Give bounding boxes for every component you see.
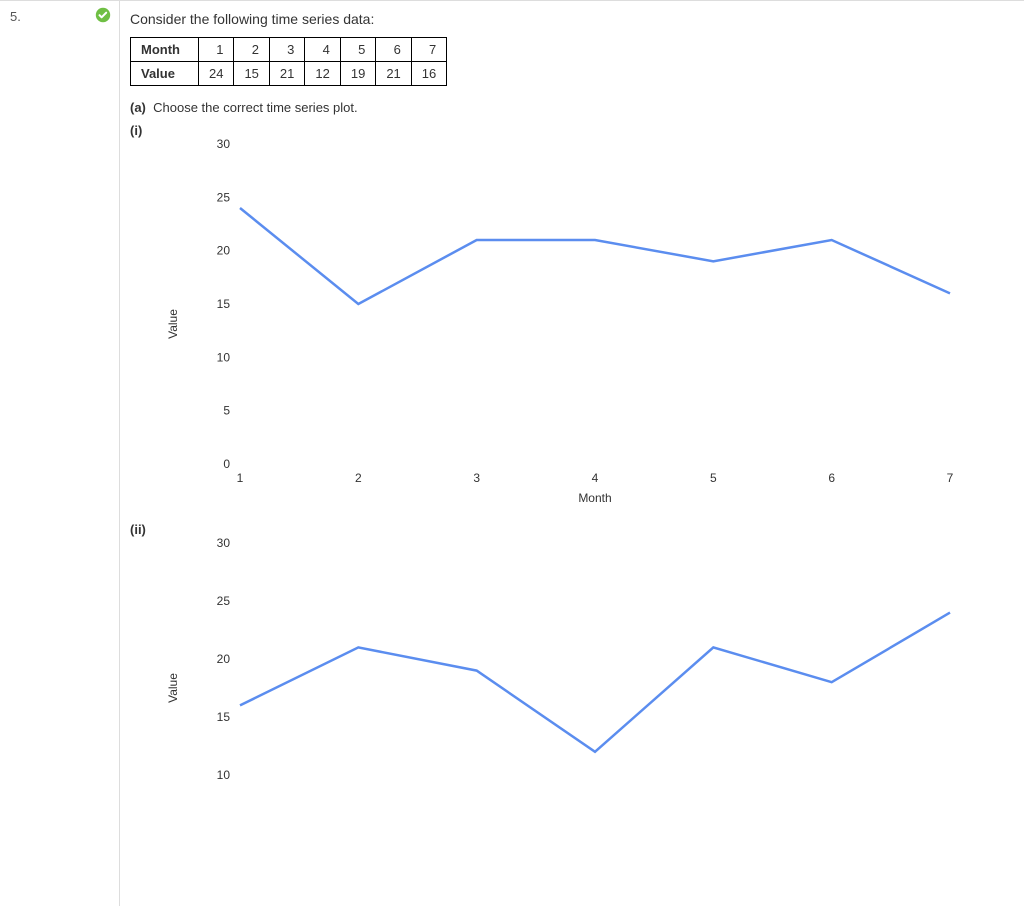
svg-text:20: 20 (217, 652, 231, 666)
svg-text:30: 30 (217, 536, 231, 550)
part-a: (a) Choose the correct time series plot. (130, 100, 1014, 115)
table-cell: 5 (340, 38, 375, 62)
question-content: Consider the following time series data:… (130, 1, 1024, 863)
table-cell: 7 (411, 38, 446, 62)
table-cell: 19 (340, 62, 375, 86)
question-intro: Consider the following time series data: (130, 11, 1014, 27)
chart-ii-ylabel: Value (166, 673, 180, 703)
svg-text:2: 2 (355, 471, 362, 485)
question-gutter: 5. (0, 1, 120, 906)
table-cell: 12 (305, 62, 340, 86)
chart-ii: Value 1015202530 (190, 533, 1014, 843)
table-row: Month 1 2 3 4 5 6 7 (131, 38, 447, 62)
chart-i-ylabel: Value (166, 309, 180, 339)
chart-i: Value 0510152025301234567Month (190, 134, 1014, 514)
table-cell: 24 (198, 62, 233, 86)
table-cell: 4 (305, 38, 340, 62)
table-cell: 1 (198, 38, 233, 62)
svg-text:7: 7 (947, 471, 954, 485)
table-cell: 15 (234, 62, 269, 86)
time-series-table: Month 1 2 3 4 5 6 7 Value 24 15 21 12 19… (130, 37, 447, 86)
part-a-label: (a) (130, 100, 146, 115)
table-header-value: Value (131, 62, 199, 86)
table-cell: 2 (234, 38, 269, 62)
svg-text:0: 0 (223, 457, 230, 471)
chart-i-svg: 0 5 10 15 20 25 30 1 2 3 4 5 6 7 Month (190, 134, 970, 514)
svg-text:10: 10 (217, 768, 231, 782)
table-row: Value 24 15 21 12 19 21 16 (131, 62, 447, 86)
table-cell: 6 (376, 38, 411, 62)
part-a-text: Choose the correct time series plot. (153, 100, 357, 115)
svg-text:3: 3 (473, 471, 480, 485)
svg-text:15: 15 (217, 710, 231, 724)
svg-text:6: 6 (828, 471, 835, 485)
svg-text:10: 10 (217, 350, 231, 364)
svg-text:25: 25 (217, 190, 231, 204)
table-cell: 21 (376, 62, 411, 86)
table-cell: 16 (411, 62, 446, 86)
table-header-month: Month (131, 38, 199, 62)
svg-text:4: 4 (592, 471, 599, 485)
svg-text:5: 5 (710, 471, 717, 485)
svg-text:20: 20 (217, 244, 231, 258)
table-cell: 21 (269, 62, 304, 86)
svg-text:25: 25 (217, 594, 231, 608)
check-circle-icon (95, 7, 111, 23)
svg-text:30: 30 (217, 137, 231, 151)
chart-ii-svg: 10 15 20 25 30 (190, 533, 970, 843)
svg-text:5: 5 (223, 404, 230, 418)
svg-text:15: 15 (217, 297, 231, 311)
svg-text:1: 1 (237, 471, 244, 485)
table-cell: 3 (269, 38, 304, 62)
svg-text:Month: Month (578, 491, 611, 505)
question-number: 5. (10, 9, 21, 24)
